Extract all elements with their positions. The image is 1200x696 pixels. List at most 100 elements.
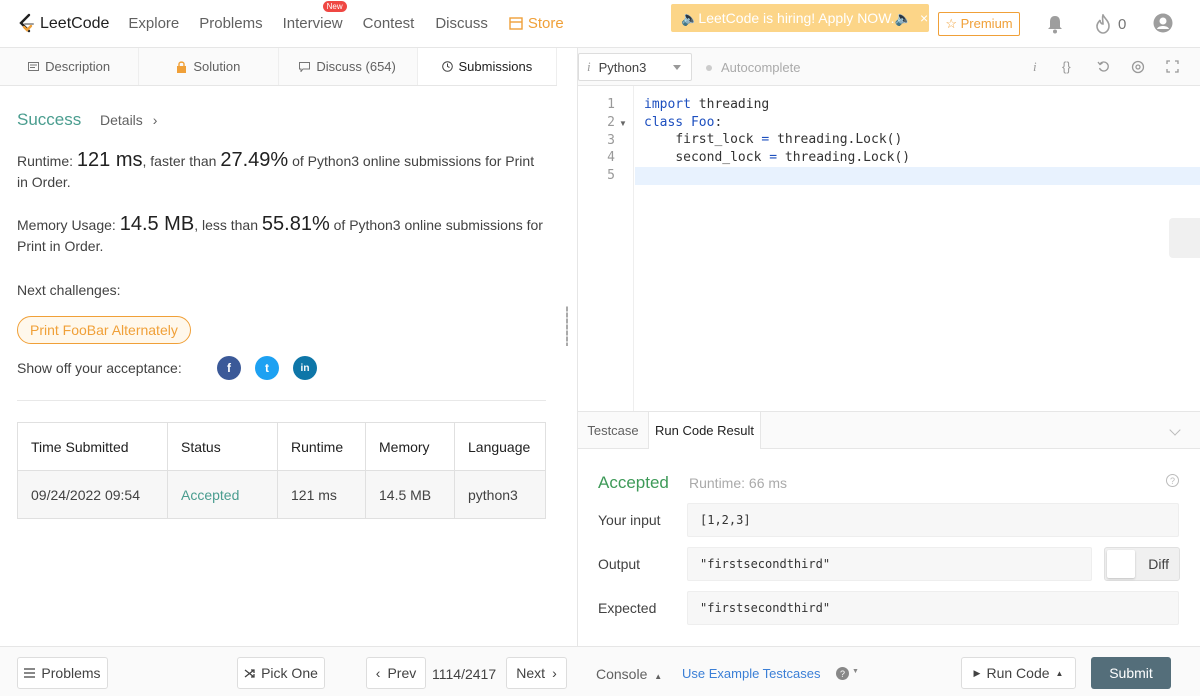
result-runtime: Runtime: 66 ms (689, 475, 788, 491)
streak-fire-icon[interactable] (1094, 14, 1112, 34)
next-button[interactable]: Next › (506, 657, 567, 689)
help-icon[interactable]: ? (1166, 474, 1179, 487)
divider (17, 400, 546, 401)
panel-resize-handle[interactable] (557, 86, 577, 646)
runtime-mid: , faster than (142, 153, 221, 169)
use-example-testcases-link[interactable]: Use Example Testcases (682, 666, 821, 681)
code-line-4: second_lock = threading.Lock() (644, 150, 910, 165)
prev-button[interactable]: ‹ Prev (366, 657, 426, 689)
caret-up-icon: ▲ (654, 672, 663, 681)
status-accepted-link[interactable]: Accepted (181, 487, 239, 503)
console-toggle[interactable]: Console ▲ (596, 666, 662, 682)
col-time-submitted: Time Submitted (17, 422, 168, 471)
runtime-percentile: 27.49% (220, 149, 289, 171)
caret-down-icon[interactable]: ▼ (852, 668, 859, 675)
active-line-highlight (635, 167, 1200, 185)
nav-interview-label: Interview (282, 15, 343, 32)
facebook-icon[interactable]: f (217, 356, 241, 380)
tab-run-code-result[interactable]: Run Code Result (648, 412, 761, 449)
nav-store[interactable]: Store (509, 15, 564, 32)
memory-value: 14.5 MB (119, 213, 195, 235)
cell-time: 09/24/2022 09:54 (17, 470, 168, 519)
nav-explore[interactable]: Explore (128, 15, 179, 32)
close-icon[interactable]: × (920, 10, 928, 26)
memory-mid: , less than (194, 217, 262, 233)
tab-solution[interactable]: Solution (139, 48, 279, 85)
side-panel-handle[interactable] (1169, 218, 1200, 258)
line-number: 5 (607, 168, 615, 183)
your-input-label: Your input (598, 512, 661, 528)
logo-text: LeetCode (40, 14, 110, 32)
output-label: Output (598, 556, 641, 572)
your-input-value: [1,2,3] (687, 503, 1179, 537)
fold-arrow-icon[interactable]: ▼ (619, 119, 627, 128)
show-off-label: Show off your acceptance: (17, 360, 182, 376)
pick-one-button[interactable]: Pick One (237, 657, 325, 689)
code-keyword: class (644, 115, 684, 130)
output-value: "firstsecondthird" (687, 547, 1092, 581)
next-challenge-link[interactable]: Print FooBar Alternately (17, 316, 191, 344)
leetcode-logo[interactable]: LeetCode (16, 13, 109, 35)
col-language: Language (454, 422, 546, 471)
code-class-name: Foo (683, 115, 715, 130)
tab-submissions[interactable]: Submissions (417, 48, 557, 85)
fullscreen-icon[interactable] (1166, 60, 1179, 73)
problems-label: Problems (41, 665, 101, 681)
store-icon (509, 17, 523, 30)
runtime-value: 121 ms (76, 149, 143, 171)
description-icon (28, 62, 40, 71)
braces-icon[interactable]: {} (1062, 59, 1071, 74)
autocomplete-toggle[interactable]: Autocomplete (706, 60, 801, 75)
info-icon[interactable]: i (1033, 59, 1037, 75)
avatar-icon[interactable] (1153, 13, 1173, 33)
tab-discuss[interactable]: Discuss (654) (279, 48, 418, 85)
code-line-1: import threading (644, 97, 769, 112)
cell-language: python3 (454, 470, 546, 519)
code-operator: = (753, 132, 778, 147)
code-editor[interactable]: 1 2 ▼ 3 4 5 import threading class Foo: … (578, 86, 1200, 411)
tab-testcase[interactable]: Testcase (578, 412, 648, 449)
play-icon: ▶ (973, 667, 981, 678)
code-text: : (714, 115, 723, 130)
hiring-banner-text: 🔈LeetCode is hiring! Apply NOW.🔈 (681, 9, 912, 26)
prev-label: Prev (387, 665, 417, 681)
language-select[interactable]: i Python3 (578, 53, 692, 81)
linkedin-icon[interactable]: in (293, 356, 317, 380)
result-status: Accepted (598, 473, 669, 492)
twitter-icon[interactable]: t (255, 356, 279, 380)
chevron-down-icon[interactable] (1169, 424, 1181, 436)
nav-contest[interactable]: Contest (363, 15, 415, 32)
settings-icon[interactable] (1131, 60, 1145, 74)
nav-discuss[interactable]: Discuss (435, 15, 488, 32)
code-text: first_lock (675, 132, 754, 147)
diff-toggle-knob (1107, 550, 1135, 578)
code-line-2: class Foo: (644, 115, 722, 130)
bell-icon[interactable] (1046, 14, 1064, 34)
premium-button[interactable]: ☆ Premium (938, 12, 1020, 36)
new-badge: New (322, 1, 347, 12)
submission-status: Success (17, 110, 82, 129)
autocomplete-dot (706, 64, 712, 71)
run-code-button[interactable]: ▶ Run Code ▲ (961, 657, 1076, 689)
lock-icon (177, 60, 187, 73)
diff-toggle[interactable]: Diff (1104, 547, 1180, 581)
question-icon[interactable]: ? (836, 667, 849, 680)
memory-summary: Memory Usage: 14.5 MB, less than 55.81% … (17, 214, 547, 257)
clock-icon (441, 61, 453, 72)
hiring-banner[interactable]: 🔈LeetCode is hiring! Apply NOW.🔈 × (671, 4, 929, 32)
table-header-row: Time Submitted Status Runtime Memory Lan… (17, 422, 546, 471)
tab-description[interactable]: Description (0, 48, 140, 85)
comment-icon (299, 61, 311, 72)
problems-button[interactable]: Problems (17, 657, 108, 689)
runtime-summary: Runtime: 121 ms, faster than 27.49% of P… (17, 150, 547, 193)
list-icon (24, 668, 36, 678)
submit-button[interactable]: Submit (1091, 657, 1171, 689)
problem-tabs: Description Solution Discuss (654) Submi… (0, 48, 557, 86)
cell-status[interactable]: Accepted (167, 470, 278, 519)
nav-interview[interactable]: Interview New (282, 1, 347, 32)
page-indicator: 1114/2417 (432, 666, 497, 682)
reset-icon[interactable] (1097, 60, 1110, 73)
details-link[interactable]: Details › (100, 112, 157, 128)
nav-problems[interactable]: Problems (199, 15, 262, 32)
line-gutter: 1 2 ▼ 3 4 5 (578, 86, 634, 411)
